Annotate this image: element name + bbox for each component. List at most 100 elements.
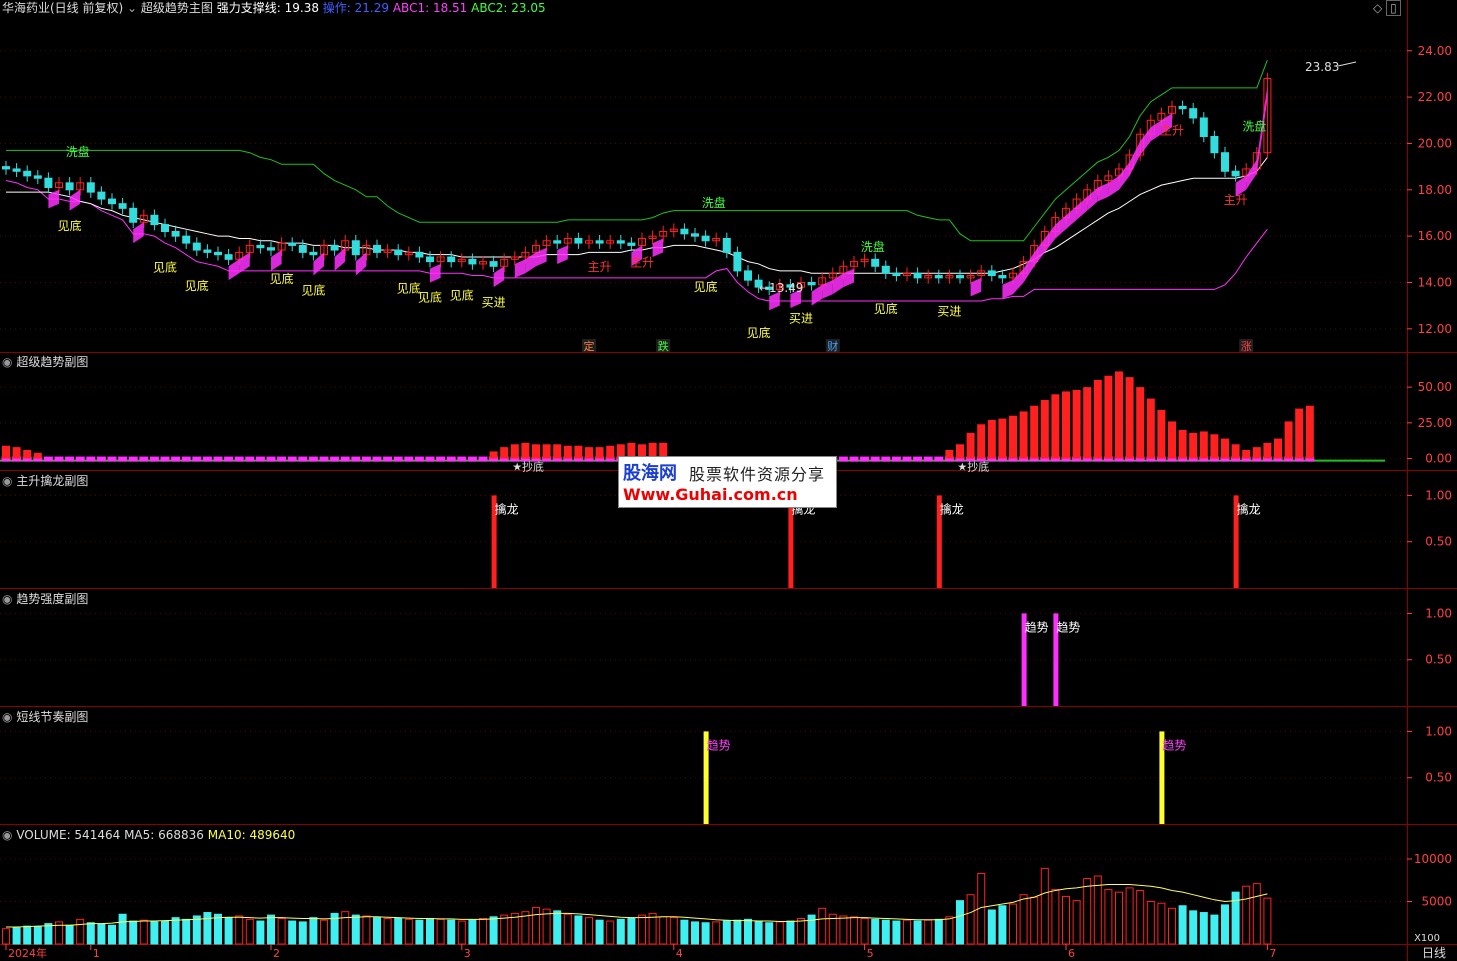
volume-bar xyxy=(945,916,954,945)
collapse-icon[interactable]: ◉ xyxy=(2,592,12,606)
candle-body xyxy=(65,182,74,191)
magenta-base-bar xyxy=(870,456,880,462)
sub3-header[interactable]: ◉ 趋势强度副图 xyxy=(2,592,88,606)
x-tick-label: 6 xyxy=(1068,947,1075,960)
volume-bar xyxy=(436,918,445,945)
volume-bar xyxy=(1210,914,1219,945)
volume-bar xyxy=(288,920,297,945)
y-tick-label: 10000 xyxy=(1414,852,1452,866)
magenta-base-bar xyxy=(181,456,191,462)
trend-bar xyxy=(1305,405,1314,459)
candle-body xyxy=(616,240,625,244)
y-tick-label: 12.00 xyxy=(1418,322,1452,336)
magenta-base-bar xyxy=(436,456,446,462)
sub1-header[interactable]: ◉ 超级趋势副图 xyxy=(2,355,88,369)
volume-bar xyxy=(171,917,180,945)
volume-bar xyxy=(616,918,625,945)
signal-label: 见底 xyxy=(153,260,177,275)
diamond-icon[interactable]: ◇ xyxy=(1373,1,1382,15)
volume-bar xyxy=(309,917,318,945)
volume-bar xyxy=(129,920,138,945)
volume-bar xyxy=(606,920,615,945)
trend-bar xyxy=(1284,421,1293,459)
magenta-base-bar xyxy=(75,456,85,462)
candle-body xyxy=(330,244,339,251)
magenta-base-bar xyxy=(902,456,912,462)
indicator-dropdown-icon[interactable]: ⌄ xyxy=(127,1,137,15)
watermark-slogan: 股票软件资源分享 xyxy=(689,465,826,484)
trend-bar xyxy=(574,445,583,459)
volume-bar xyxy=(373,917,381,945)
magenta-base-bar xyxy=(340,456,350,462)
magenta-base-bar xyxy=(96,456,106,462)
trend-bar xyxy=(1231,444,1240,459)
signal-label: 见底 xyxy=(185,278,209,293)
volume-bar xyxy=(712,921,721,945)
indicator-name[interactable]: 超级趋势主图 xyxy=(141,1,213,15)
trend-bar xyxy=(521,442,530,459)
candle-body xyxy=(214,251,222,256)
magenta-base-bar xyxy=(467,456,477,462)
magenta-base-bar xyxy=(255,456,265,462)
magenta-base-bar xyxy=(457,456,467,462)
trend-bar xyxy=(1030,405,1039,459)
high-price-annotation: 23.83 xyxy=(1305,60,1339,74)
washout-label: 洗盘 xyxy=(702,195,726,210)
volume-bar xyxy=(33,926,42,945)
trend-ribbon xyxy=(430,263,441,283)
trend-ribbon xyxy=(1097,182,1109,202)
volume-title: VOLUME: 541464 xyxy=(16,828,121,842)
candle-body xyxy=(1178,105,1187,110)
main-rise-label: 主升 xyxy=(1160,123,1184,137)
trend-bar xyxy=(1189,432,1198,459)
trend-bar xyxy=(1210,434,1219,459)
sub2-header[interactable]: ◉ 主升擒龙副图 xyxy=(2,474,88,488)
volume-bar xyxy=(404,918,413,945)
trend-bar xyxy=(1136,387,1145,459)
trend-bar xyxy=(33,452,42,459)
spike-label: 擒龙 xyxy=(1237,501,1261,516)
volume-bar xyxy=(585,917,593,945)
collapse-icon[interactable]: ◉ xyxy=(2,355,12,369)
ma5-value: MA5: 668836 xyxy=(124,828,204,842)
collapse-icon[interactable]: ◉ xyxy=(2,474,12,488)
spike-label: 趋势 xyxy=(1056,620,1080,634)
volume-header[interactable]: ◉ VOLUME: 541464 MA5: 668836 MA10: 48964… xyxy=(2,828,295,842)
candle-body xyxy=(203,249,212,253)
volume-bar xyxy=(510,912,519,945)
scroll-icon[interactable]: ▯ xyxy=(1386,0,1401,16)
volume-bar xyxy=(1221,904,1229,945)
magenta-base-bar xyxy=(54,456,64,462)
candle-body xyxy=(97,191,106,200)
candle-body xyxy=(934,275,943,279)
volume-bar xyxy=(574,915,583,945)
watermark-logo: 股海网 xyxy=(623,463,677,484)
candle-body xyxy=(1210,135,1219,154)
volume-bar xyxy=(775,921,784,945)
candle-body xyxy=(1199,117,1208,137)
volume-bar xyxy=(224,917,233,945)
trend-bar xyxy=(1178,430,1187,459)
collapse-icon[interactable]: ◉ xyxy=(2,710,12,724)
volume-bar xyxy=(860,918,869,945)
period-label: 日线 xyxy=(1422,946,1446,960)
magenta-base-bar xyxy=(860,456,870,462)
sub3-title: 趋势强度副图 xyxy=(16,592,89,606)
candle-body xyxy=(956,275,964,279)
spike-label: 趋势 xyxy=(707,738,731,752)
trend-bar xyxy=(489,451,498,459)
volume-bar xyxy=(1146,901,1155,945)
low-price-annotation: ←13.49 xyxy=(759,281,803,295)
trend-bar xyxy=(1168,421,1176,459)
bottom-fishing-label: ★抄底 xyxy=(512,460,544,474)
collapse-icon[interactable]: ◉ xyxy=(2,828,12,842)
magenta-base-bar xyxy=(86,456,96,462)
candle-body xyxy=(267,247,275,251)
trend-ribbon xyxy=(832,273,844,295)
sub4-header[interactable]: ◉ 短线节奏副图 xyxy=(2,710,88,724)
trend-bar xyxy=(585,447,593,459)
magenta-base-bar xyxy=(171,456,181,462)
trend-bar xyxy=(1295,408,1304,459)
volume-bar xyxy=(1083,878,1092,945)
trend-ribbon xyxy=(239,252,250,274)
